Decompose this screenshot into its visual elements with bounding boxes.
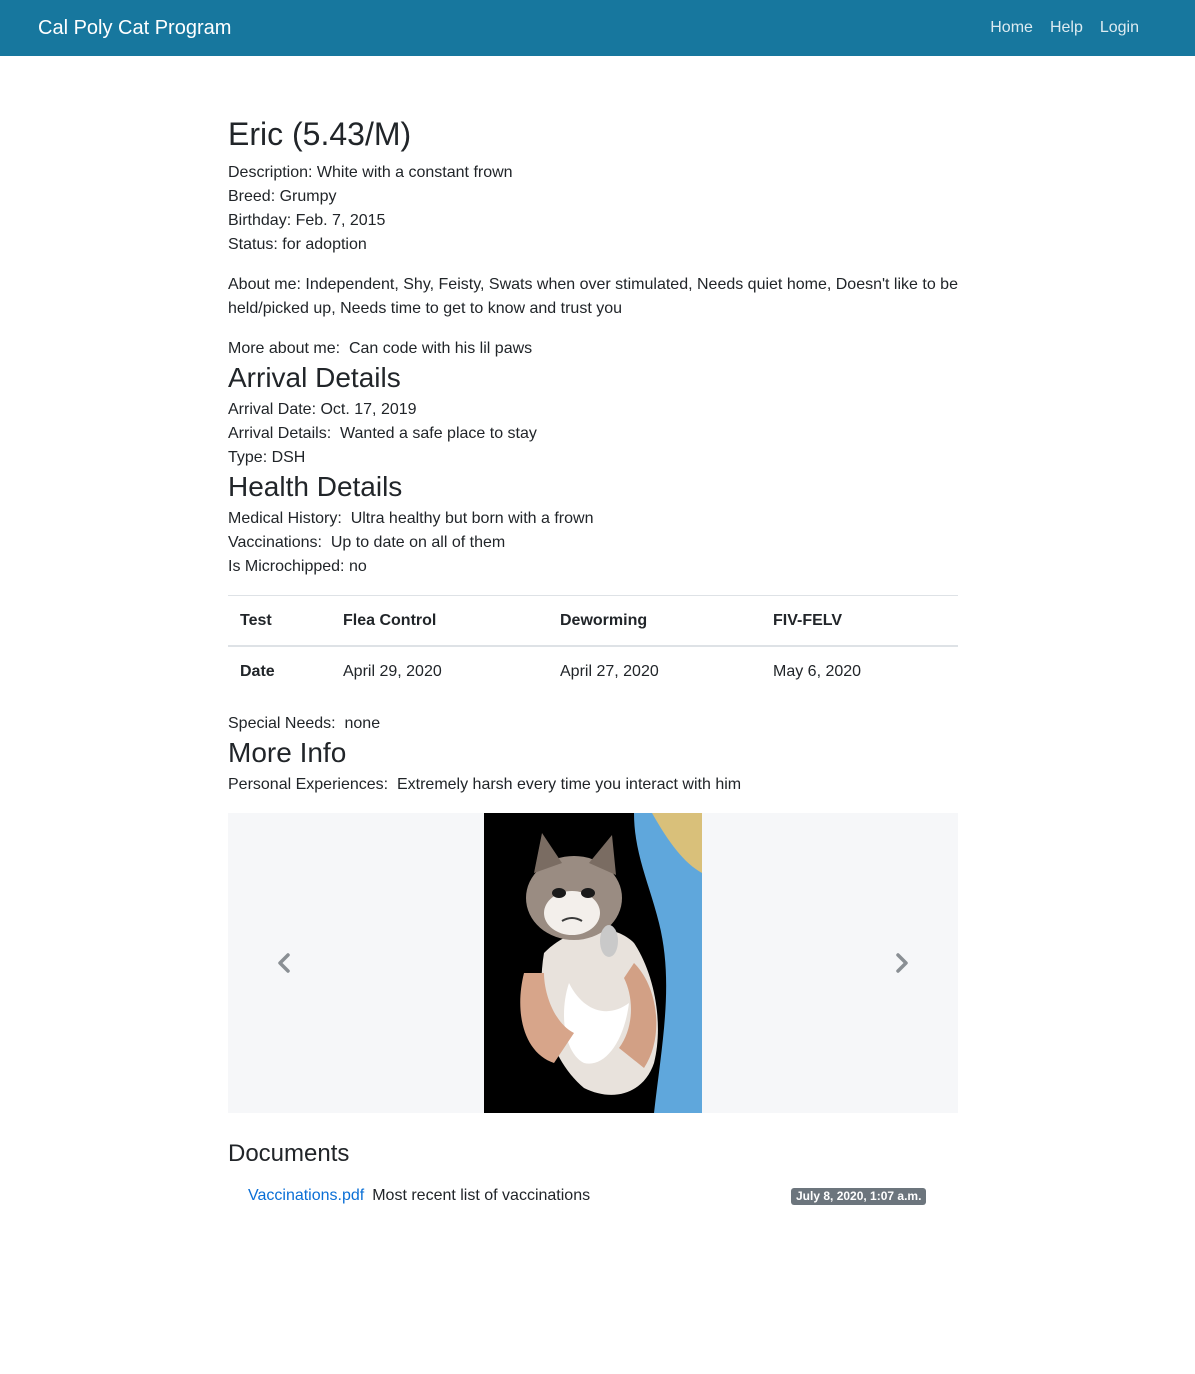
table-header-cell: Test bbox=[228, 595, 331, 647]
photo-carousel bbox=[228, 813, 958, 1113]
cat-basic-info: Description: White with a constant frown… bbox=[228, 161, 958, 257]
documents-heading: Documents bbox=[228, 1140, 350, 1167]
table-cell: April 27, 2020 bbox=[548, 645, 761, 696]
cat-more-about: More about me: Can code with his lil paw… bbox=[228, 340, 533, 357]
chevron-right-icon bbox=[896, 953, 908, 973]
cat-photo bbox=[484, 813, 702, 1113]
main-content: Eric (5.43/M) Description: White with a … bbox=[228, 56, 958, 1208]
table-header-row: Test Flea Control Deworming FIV-FELV bbox=[228, 595, 958, 647]
arrival-type: Type: DSH bbox=[228, 449, 306, 466]
microchipped: Is Microchipped: no bbox=[228, 558, 367, 575]
vaccinations: Vaccinations: Up to date on all of them bbox=[228, 534, 506, 551]
arrival-date: Arrival Date: Oct. 17, 2019 bbox=[228, 401, 417, 418]
chevron-left-icon bbox=[278, 953, 290, 973]
nav-help-link[interactable]: Help bbox=[1050, 16, 1083, 40]
document-link[interactable]: Vaccinations.pdf bbox=[248, 1184, 364, 1208]
cat-breed: Breed: Grumpy bbox=[228, 188, 337, 205]
table-cell: May 6, 2020 bbox=[761, 645, 958, 696]
carousel-prev-button[interactable] bbox=[272, 951, 296, 975]
cat-status: Status: for adoption bbox=[228, 236, 367, 253]
health-info: Medical History: Ultra healthy but born … bbox=[228, 507, 958, 579]
brand-link[interactable]: Cal Poly Cat Program bbox=[38, 14, 231, 42]
cat-about: About me: Independent, Shy, Feisty, Swat… bbox=[228, 276, 958, 317]
arrival-info: Arrival Date: Oct. 17, 2019 Arrival Deta… bbox=[228, 398, 958, 470]
special-needs: Special Needs: none bbox=[228, 715, 381, 732]
health-heading: Health Details bbox=[228, 471, 403, 502]
arrival-heading: Arrival Details bbox=[228, 362, 401, 393]
cat-birthday: Birthday: Feb. 7, 2015 bbox=[228, 212, 386, 229]
document-item: Vaccinations.pdf Most recent list of vac… bbox=[228, 1184, 958, 1208]
cat-title: Eric (5.43/M) bbox=[228, 116, 412, 152]
nav-login-link[interactable]: Login bbox=[1100, 16, 1139, 40]
nav-home-link[interactable]: Home bbox=[990, 16, 1033, 40]
personal-experiences: Personal Experiences: Extremely harsh ev… bbox=[228, 776, 742, 793]
document-description: Most recent list of vaccinations bbox=[372, 1187, 591, 1204]
table-row-label: Date bbox=[228, 645, 331, 696]
navbar: Cal Poly Cat Program Home Help Login bbox=[0, 0, 1195, 56]
table-header-cell: FIV-FELV bbox=[761, 595, 958, 647]
table-header-cell: Deworming bbox=[548, 595, 761, 647]
nav-links: Home Help Login bbox=[990, 16, 1139, 40]
table-row: Date April 29, 2020 April 27, 2020 May 6… bbox=[228, 645, 958, 696]
table-header-cell: Flea Control bbox=[331, 595, 548, 647]
medical-history: Medical History: Ultra healthy but born … bbox=[228, 510, 594, 527]
carousel-next-button[interactable] bbox=[890, 951, 914, 975]
cat-description: Description: White with a constant frown bbox=[228, 164, 513, 181]
table-cell: April 29, 2020 bbox=[331, 645, 548, 696]
more-info-heading: More Info bbox=[228, 737, 347, 768]
arrival-details: Arrival Details: Wanted a safe place to … bbox=[228, 425, 537, 442]
document-timestamp-badge: July 8, 2020, 1:07 a.m. bbox=[791, 1188, 927, 1205]
health-tests-table: Test Flea Control Deworming FIV-FELV Dat… bbox=[228, 595, 958, 696]
